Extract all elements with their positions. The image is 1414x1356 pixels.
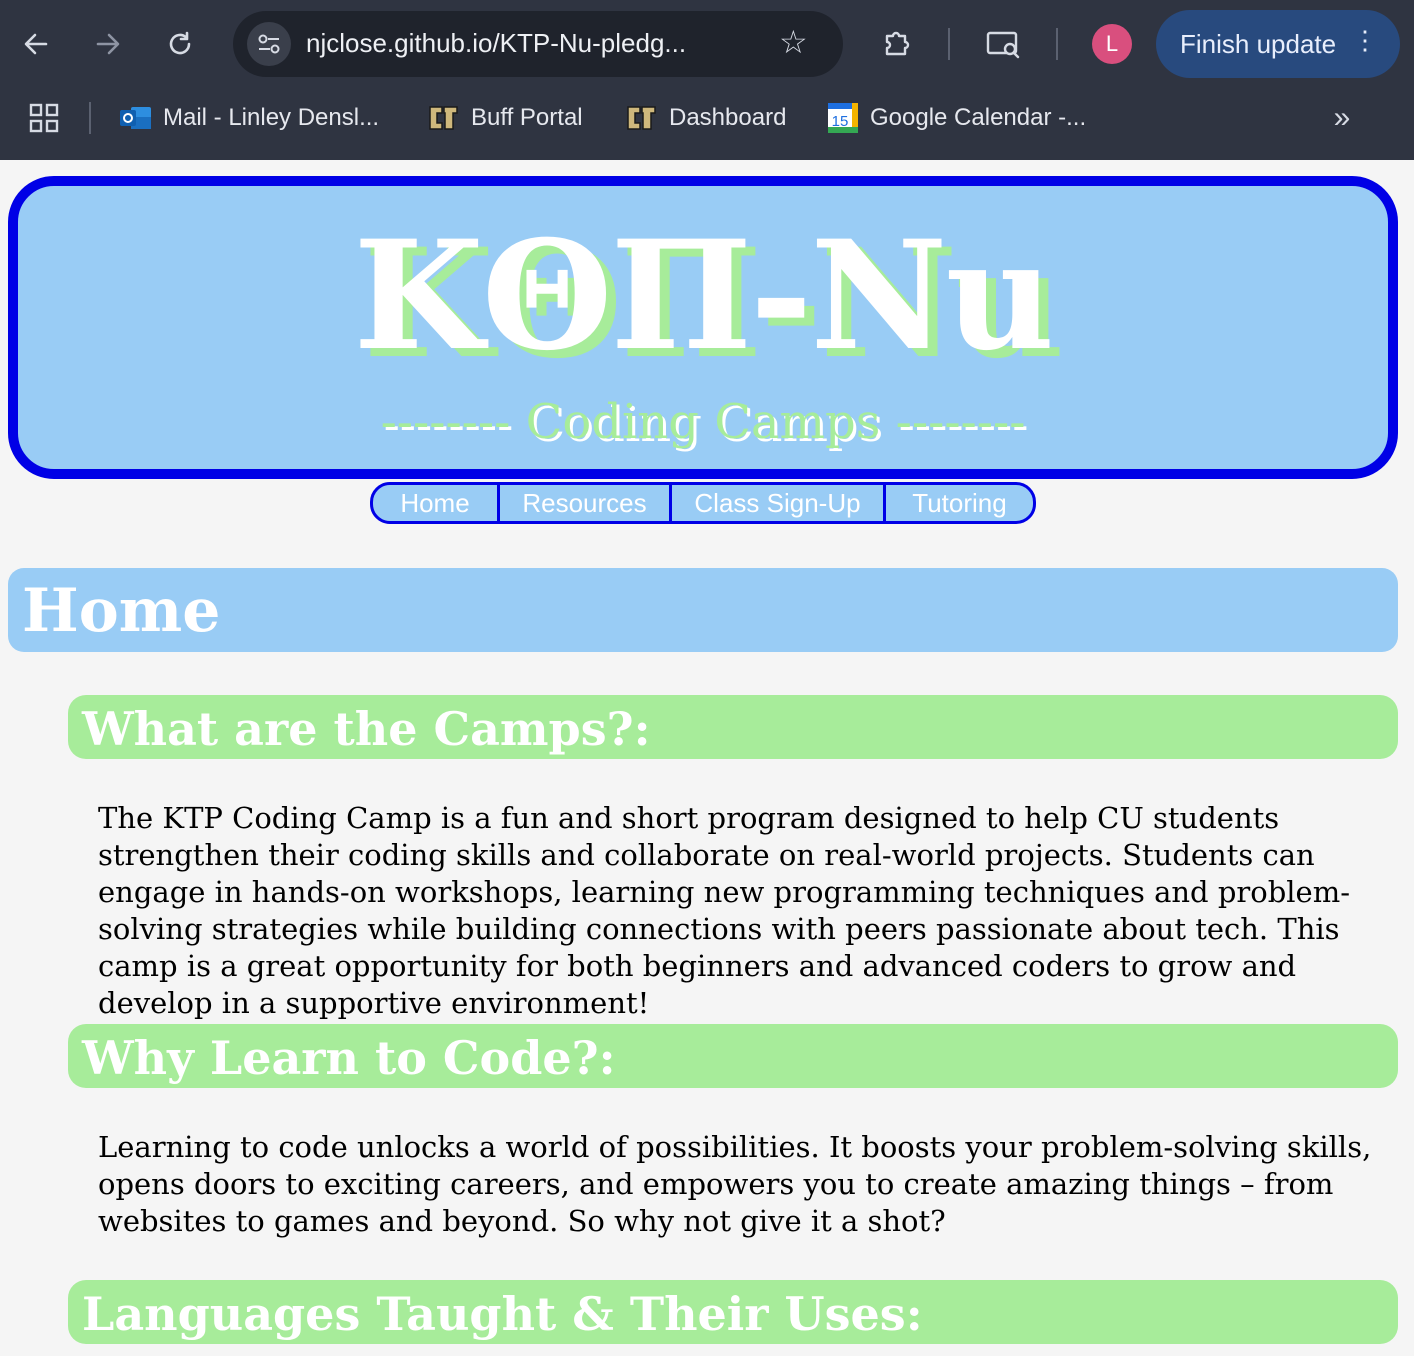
puzzle-icon [885,31,910,56]
screen-search-icon [986,31,1020,59]
bookmark-google-calendar[interactable]: 15 Google Calendar -... [826,100,1086,136]
toolbar-separator [1056,28,1058,60]
nav-tutoring-link[interactable]: Tutoring [886,485,1033,521]
site-banner: ΚΘΠ-Nu -------- Coding Camps -------- [8,176,1398,479]
toolbar-separator [948,28,950,60]
profile-avatar[interactable]: L [1092,24,1132,64]
bookmark-label: Google Calendar -... [870,104,1087,131]
svg-text:15: 15 [832,113,849,130]
section-paragraph: Learning to code unlocks a world of poss… [98,1130,1372,1238]
reload-button[interactable] [158,22,202,66]
back-button[interactable] [14,22,58,66]
cu-logo-icon [625,103,659,133]
more-bookmarks-button[interactable]: » [1320,96,1364,140]
site-nav: Home Resources Class Sign-Up Tutoring [370,482,1036,524]
bookmark-label: Buff Portal [471,104,583,131]
bookmark-star-icon[interactable]: ☆ [779,23,808,61]
extensions-button[interactable] [876,22,920,66]
section-heading-text: What are the Camps?: [82,702,651,756]
bookmark-dashboard[interactable]: Dashboard [625,100,786,136]
bookmark-mail[interactable]: Mail - Linley Densl... [119,100,379,136]
bookmarks-separator [89,102,91,134]
page-title: Home [22,576,221,646]
section-heading: Why Learn to Code?: [68,1024,1398,1088]
section-heading: What are the Camps?: [68,695,1398,759]
bookmark-label: Dashboard [669,104,787,131]
site-title: ΚΘΠ-Nu [353,208,1054,384]
address-bar[interactable]: njclose.github.io/KTP-Nu-pledg... ☆ [233,11,843,77]
bookmark-buff-portal[interactable]: Buff Portal [427,100,583,136]
nav-class-signup-link[interactable]: Class Sign-Up [672,485,886,521]
section-heading: Languages Taught & Their Uses: [68,1280,1398,1344]
apps-button[interactable] [22,96,66,140]
page-title-bar: Home [8,568,1398,652]
bookmark-label: Mail - Linley Densl... [163,104,380,131]
finish-update-label: Finish update [1180,28,1337,59]
finish-update-button[interactable]: Finish update ⋮ [1156,10,1400,78]
nav-resources-link[interactable]: Resources [500,485,672,521]
menu-dots-icon: ⋮ [1352,25,1378,55]
forward-button[interactable] [86,22,130,66]
section-heading-text: Languages Taught & Their Uses: [82,1287,923,1341]
browser-chrome: njclose.github.io/KTP-Nu-pledg... ☆ L Fi… [0,0,1414,160]
nav-home-link[interactable]: Home [373,485,500,521]
calendar-icon: 15 [826,101,860,135]
tab-search-button[interactable] [982,22,1026,66]
outlook-icon [119,104,153,132]
arrow-right-icon [96,33,120,55]
apps-grid-icon [29,103,59,133]
section-heading-text: Why Learn to Code?: [82,1031,616,1085]
url-text[interactable]: njclose.github.io/KTP-Nu-pledg... [306,28,686,59]
reload-icon [169,31,191,55]
arrow-left-icon [24,33,48,55]
site-info-icon[interactable] [247,22,291,66]
section-paragraph: The KTP Coding Camp is a fun and short p… [98,801,1351,1020]
cu-logo-icon [427,103,461,133]
site-subtitle: -------- Coding Camps -------- [380,394,1026,450]
